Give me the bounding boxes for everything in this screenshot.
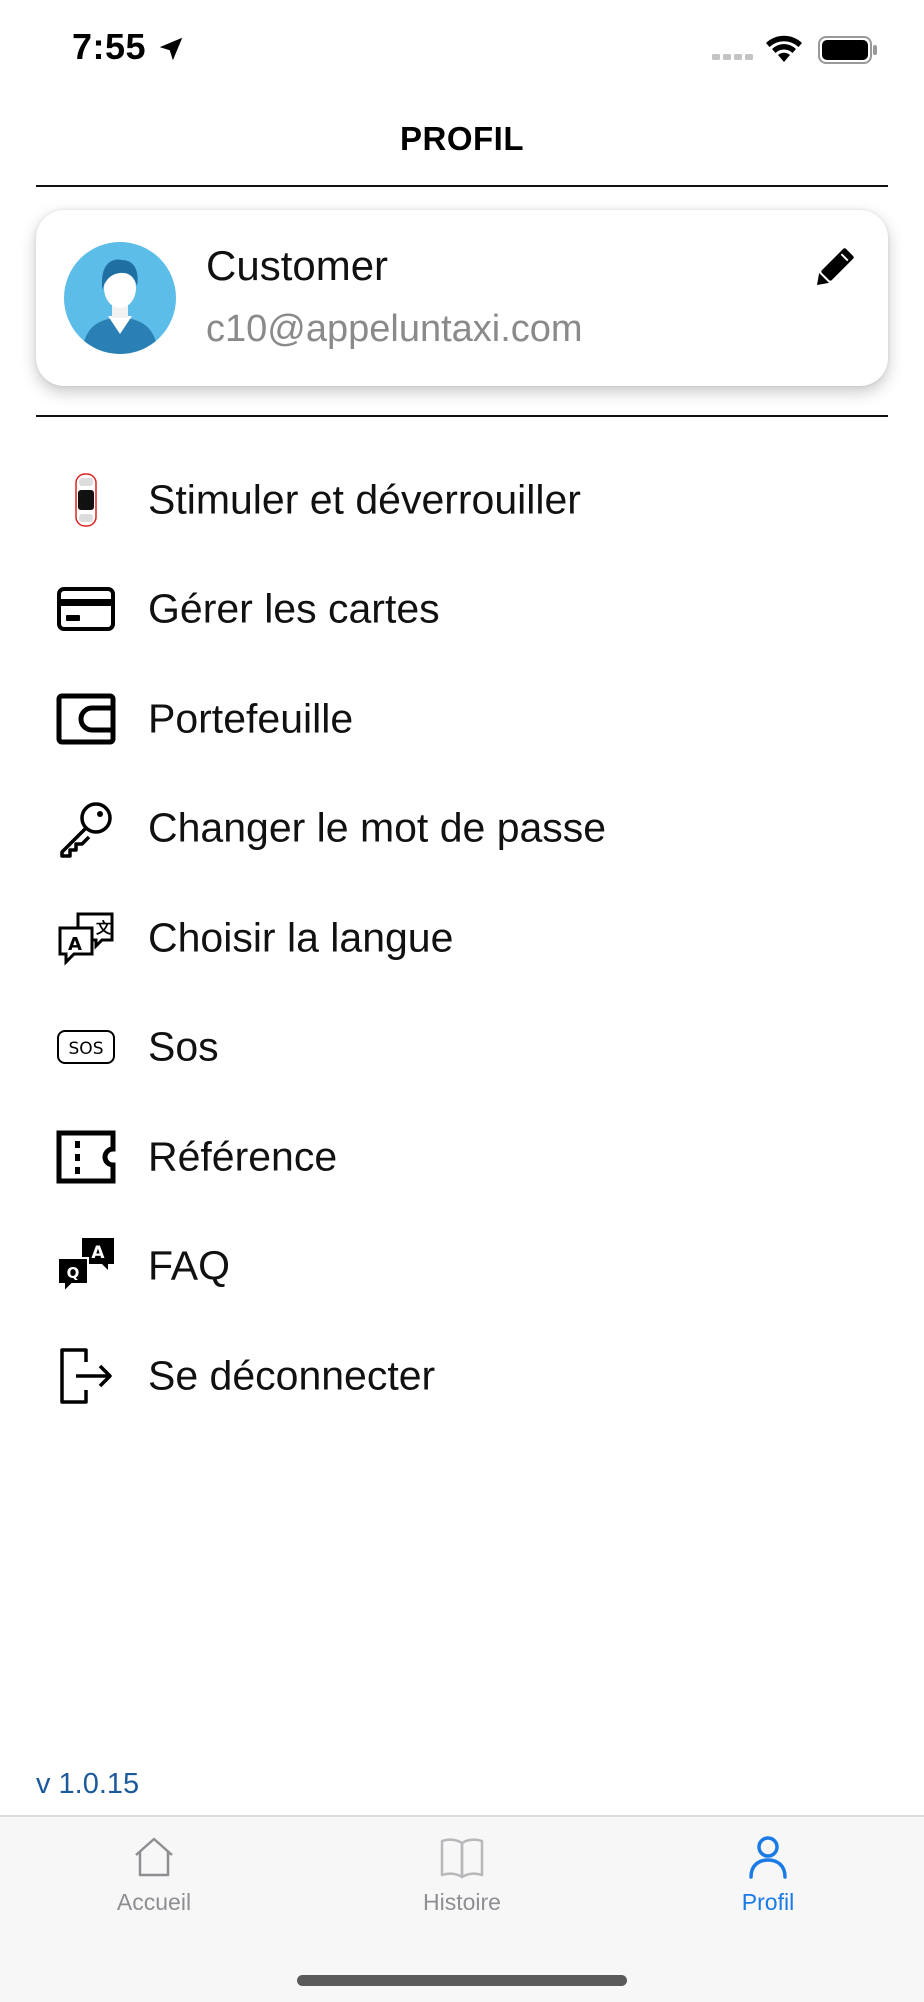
menu-item-language[interactable]: A 文 Choisir la langue	[0, 883, 924, 993]
person-icon	[749, 1836, 787, 1879]
svg-text:Q: Q	[67, 1264, 80, 1282]
sos-icon: SOS	[57, 1030, 115, 1065]
menu-item-label: Gérer les cartes	[148, 585, 440, 632]
tab-profile[interactable]: Profil	[668, 1833, 868, 1943]
menu-item-faq[interactable]: A Q FAQ	[0, 1212, 924, 1322]
menu-item-label: Sos	[148, 1023, 219, 1070]
wallet-icon	[56, 693, 116, 745]
menu-item-wallet[interactable]: Portefeuille	[0, 664, 924, 774]
home-icon	[135, 1837, 173, 1877]
status-bar: 7:55	[0, 0, 924, 100]
faq-icon: A Q	[57, 1238, 114, 1295]
credit-card-icon	[57, 587, 115, 632]
menu-item-boost-unlock[interactable]: Stimuler et déverrouiller	[0, 445, 924, 555]
menu-item-label: Se déconnecter	[148, 1352, 436, 1399]
menu-item-label: Choisir la langue	[148, 914, 454, 961]
ticket-icon	[56, 1130, 116, 1184]
tab-profile-label: Profil	[741, 1889, 795, 1915]
profile-divider	[36, 415, 888, 417]
menu-item-label: Stimuler et déverrouiller	[148, 476, 581, 523]
menu-item-label: Référence	[148, 1133, 338, 1180]
wifi-icon	[766, 35, 802, 62]
tab-bar: Accueil Histoire Profil	[0, 1815, 924, 2002]
signal-icon	[712, 54, 753, 60]
logout-icon	[60, 1348, 112, 1404]
menu-item-logout[interactable]: Se déconnecter	[0, 1321, 924, 1431]
menu-item-change-password[interactable]: Changer le mot de passe	[0, 774, 924, 884]
status-time: 7:55	[72, 26, 147, 67]
battery-icon	[818, 36, 877, 64]
menu-item-manage-cards[interactable]: Gérer les cartes	[0, 555, 924, 665]
header-divider	[36, 185, 888, 187]
menu-item-sos[interactable]: SOS Sos	[0, 993, 924, 1103]
pencil-icon[interactable]	[808, 242, 860, 294]
user-avatar-icon	[64, 242, 176, 354]
car-icon	[75, 473, 97, 527]
page-title: PROFIL	[400, 120, 524, 157]
profile-email: c10@appeluntaxi.com	[206, 308, 583, 350]
tab-home[interactable]: Accueil	[54, 1833, 254, 1943]
svg-text:A: A	[68, 934, 82, 955]
tab-history[interactable]: Histoire	[362, 1833, 562, 1943]
location-arrow-icon	[159, 37, 183, 61]
key-icon	[60, 802, 112, 858]
svg-text:文: 文	[96, 919, 112, 937]
svg-text:SOS: SOS	[69, 1039, 104, 1059]
app-version: v 1.0.15	[36, 1768, 140, 1800]
tab-history-label: Histoire	[423, 1889, 501, 1915]
profile-card: Customer c10@appeluntaxi.com	[36, 210, 888, 386]
menu-item-label: Changer le mot de passe	[148, 804, 607, 851]
language-icon: A 文	[58, 912, 114, 966]
menu-item-label: Portefeuille	[148, 695, 354, 742]
home-indicator	[297, 1975, 627, 1986]
menu-item-referral[interactable]: Référence	[0, 1102, 924, 1212]
svg-text:A: A	[91, 1243, 105, 1263]
profile-name: Customer	[206, 242, 389, 289]
profile-menu: Stimuler et déverrouiller Gérer les cart…	[0, 445, 924, 1431]
book-icon	[440, 1838, 484, 1879]
tab-home-label: Accueil	[116, 1889, 192, 1915]
menu-item-label: FAQ	[148, 1242, 231, 1289]
